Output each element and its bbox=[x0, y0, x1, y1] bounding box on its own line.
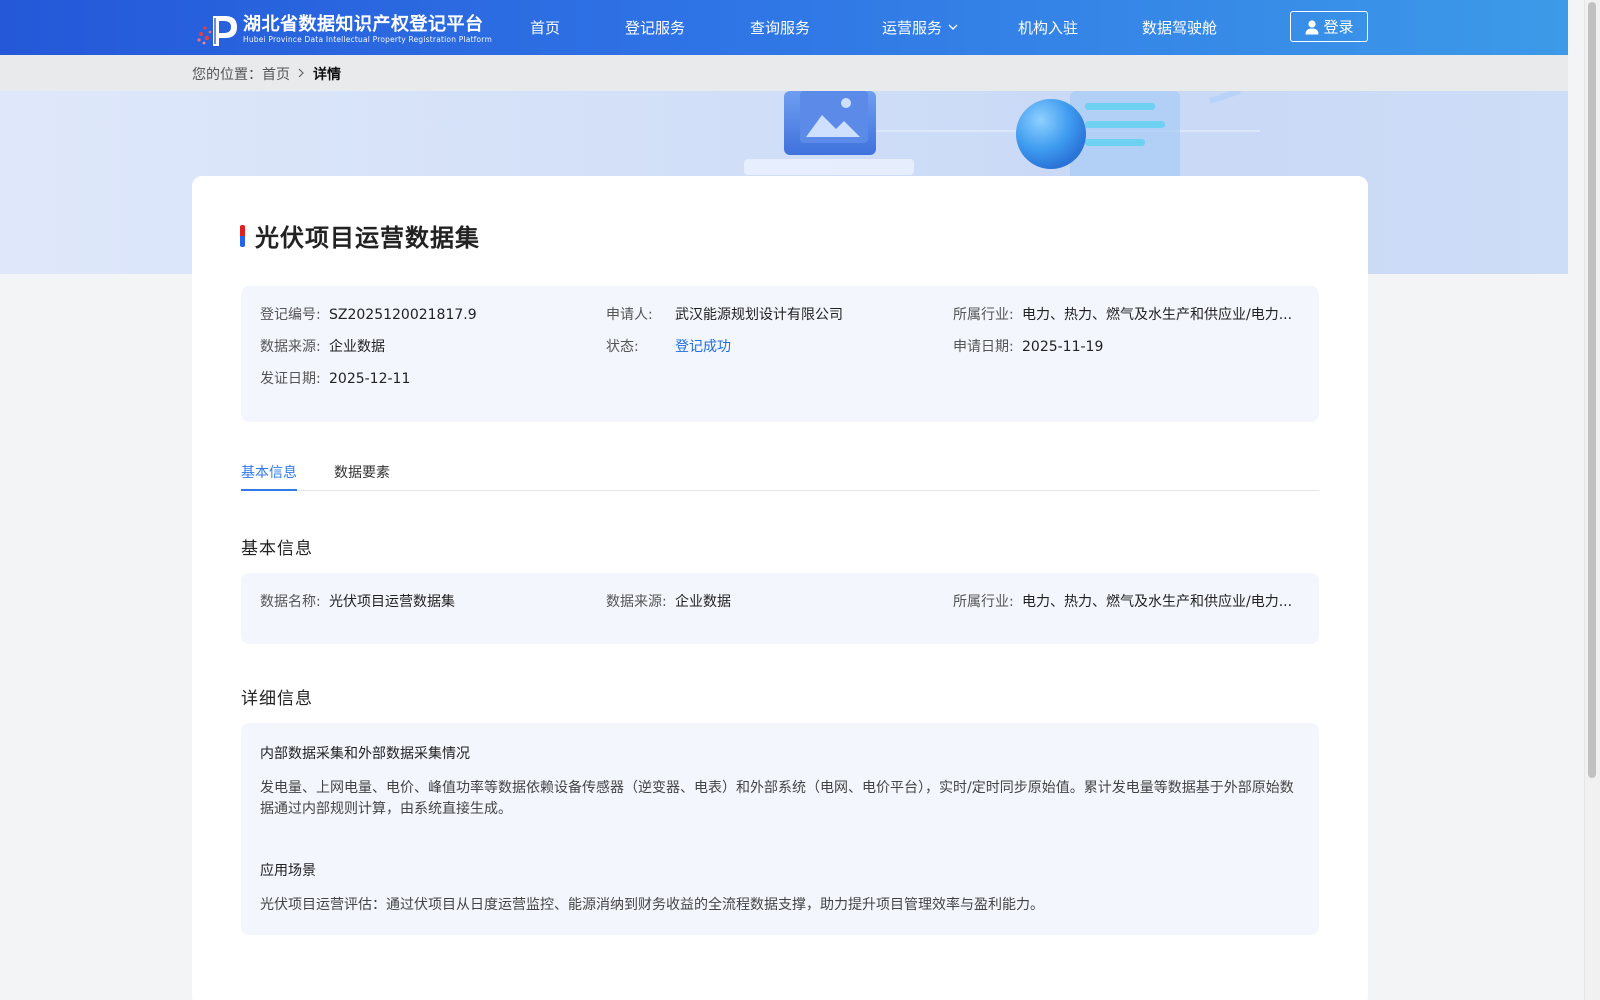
collect-paragraph: 发电量、上网电量、电价、峰值功率等数据依赖设备传感器（逆变器、电表）和外部系统（… bbox=[260, 780, 1294, 817]
basic-industry: 所属行业: 电力、热力、燃气及水生产和供应业/电力... bbox=[953, 592, 1292, 612]
chevron-right-icon bbox=[298, 67, 305, 81]
nav-operation-service[interactable]: 运营服务 bbox=[882, 18, 958, 39]
nav-home[interactable]: 首页 bbox=[530, 18, 560, 38]
nav-registration-service[interactable]: 登记服务 bbox=[625, 18, 685, 38]
basic-data-source: 数据来源: 企业数据 bbox=[606, 592, 731, 612]
logo-title-en: Hubei Province Data Intellectual Propert… bbox=[243, 35, 492, 44]
summary-source: 数据来源: 企业数据 bbox=[260, 337, 385, 357]
nav-operation-service-label: 运营服务 bbox=[882, 19, 943, 37]
login-label: 登录 bbox=[1323, 18, 1354, 36]
breadcrumb-bar: 您的位置： 首页 详情 bbox=[0, 55, 1568, 91]
breadcrumb-prefix: 您的位置： bbox=[192, 67, 262, 83]
issue-date-value: 2025-12-11 bbox=[329, 371, 411, 387]
chevron-down-icon bbox=[948, 19, 958, 39]
title-marker-icon bbox=[240, 224, 245, 247]
collect-subheading: 内部数据采集和外部数据采集情况 bbox=[260, 746, 470, 762]
breadcrumb: 您的位置： 首页 详情 bbox=[192, 64, 341, 84]
status-label: 状态: bbox=[606, 339, 639, 355]
apply-date-label: 申请日期: bbox=[953, 339, 1014, 355]
logo-emblem-icon bbox=[195, 12, 239, 48]
scrollbar-thumb[interactable] bbox=[1588, 2, 1596, 778]
logo-title-cn: 湖北省数据知识产权登记平台 bbox=[243, 14, 484, 35]
vertical-scrollbar[interactable] bbox=[1584, 0, 1600, 1000]
nav-query-service[interactable]: 查询服务 bbox=[750, 18, 810, 38]
data-name-value: 光伏项目运营数据集 bbox=[329, 594, 455, 610]
detail-info-panel: 内部数据采集和外部数据采集情况 发电量、上网电量、电价、峰值功率等数据依赖设备传… bbox=[241, 723, 1319, 935]
summary-industry: 所属行业: 电力、热力、燃气及水生产和供应业/电力... bbox=[953, 305, 1292, 325]
basic-source-value: 企业数据 bbox=[675, 594, 731, 610]
summary-applicant: 申请人: 武汉能源规划设计有限公司 bbox=[606, 305, 843, 325]
title-row: 光伏项目运营数据集 bbox=[240, 218, 480, 253]
source-value: 企业数据 bbox=[329, 339, 385, 355]
basic-info-panel: 数据名称: 光伏项目运营数据集 数据来源: 企业数据 所属行业: 电力、热力、燃… bbox=[241, 573, 1319, 644]
scene-subheading: 应用场景 bbox=[260, 863, 316, 879]
applicant-label: 申请人: bbox=[606, 307, 653, 323]
source-label: 数据来源: bbox=[260, 339, 321, 355]
industry-label: 所属行业: bbox=[953, 307, 1014, 323]
issue-date-label: 发证日期: bbox=[260, 371, 321, 387]
basic-data-name: 数据名称: 光伏项目运营数据集 bbox=[260, 592, 455, 612]
login-button[interactable]: 登录 bbox=[1290, 11, 1368, 42]
basic-industry-value: 电力、热力、燃气及水生产和供应业/电力... bbox=[1022, 594, 1293, 610]
basic-info-heading: 基本信息 bbox=[241, 539, 313, 559]
summary-apply-date: 申请日期: 2025-11-19 bbox=[953, 337, 1103, 357]
detail-card: 光伏项目运营数据集 登记编号: SZ2025120021817.9 申请人: 武… bbox=[192, 176, 1368, 1000]
tab-basic-info[interactable]: 基本信息 bbox=[241, 462, 297, 491]
summary-panel: 登记编号: SZ2025120021817.9 申请人: 武汉能源规划设计有限公… bbox=[241, 286, 1319, 422]
reg-no-label: 登记编号: bbox=[260, 307, 321, 323]
basic-industry-label: 所属行业: bbox=[953, 594, 1014, 610]
industry-value: 电力、热力、燃气及水生产和供应业/电力... bbox=[1022, 307, 1293, 323]
scene-paragraph: 光伏项目运营评估：通过伏项目从日度运营监控、能源消纳到财务收益的全流程数据支撑，… bbox=[260, 897, 1044, 913]
nav-institution-entry[interactable]: 机构入驻 bbox=[1018, 18, 1078, 38]
breadcrumb-current: 详情 bbox=[313, 67, 341, 83]
apply-date-value: 2025-11-19 bbox=[1022, 339, 1104, 355]
status-badge: 登记成功 bbox=[675, 339, 731, 355]
summary-reg-no: 登记编号: SZ2025120021817.9 bbox=[260, 305, 477, 325]
detail-info-heading: 详细信息 bbox=[241, 689, 313, 709]
summary-issue-date: 发证日期: 2025-12-11 bbox=[260, 369, 410, 389]
breadcrumb-home-link[interactable]: 首页 bbox=[262, 64, 290, 84]
tab-data-elements[interactable]: 数据要素 bbox=[334, 462, 390, 491]
detail-tabs: 基本信息 数据要素 bbox=[241, 460, 1319, 491]
basic-source-label: 数据来源: bbox=[606, 594, 667, 610]
site-logo[interactable]: 湖北省数据知识产权登记平台 Hubei Province Data Intell… bbox=[195, 12, 492, 48]
page-title: 光伏项目运营数据集 bbox=[255, 224, 480, 252]
reg-no-value: SZ2025120021817.9 bbox=[329, 307, 477, 323]
applicant-value: 武汉能源规划设计有限公司 bbox=[675, 307, 843, 323]
nav-data-cockpit[interactable]: 数据驾驶舱 bbox=[1142, 18, 1217, 38]
user-icon bbox=[1305, 19, 1319, 34]
summary-status: 状态: 登记成功 bbox=[606, 337, 731, 357]
data-name-label: 数据名称: bbox=[260, 594, 321, 610]
top-header: 湖北省数据知识产权登记平台 Hubei Province Data Intell… bbox=[0, 0, 1568, 55]
